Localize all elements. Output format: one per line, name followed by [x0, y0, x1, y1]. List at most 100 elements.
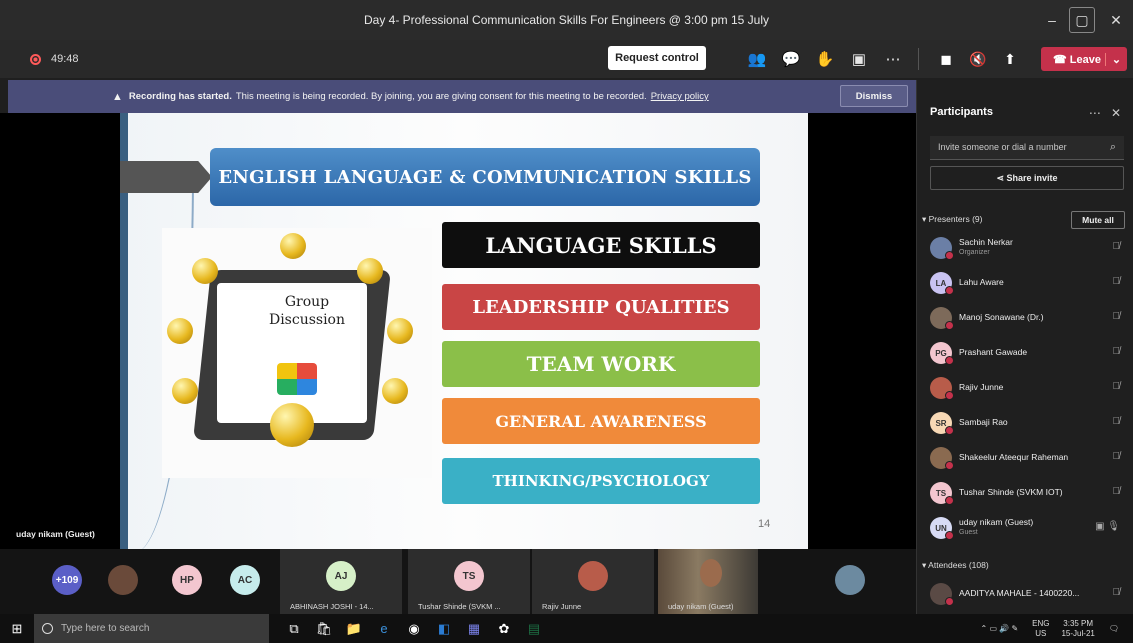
avatar: SR — [930, 412, 954, 435]
recording-banner: ▲ Recording has started. This meeting is… — [8, 80, 916, 113]
windows-start-icon[interactable]: ⊞ — [0, 621, 34, 637]
chrome-icon[interactable]: ◉ — [399, 621, 429, 637]
chat-icon[interactable]: 💬 — [774, 50, 808, 68]
participant-avatar[interactable] — [108, 565, 138, 595]
figure-ball — [357, 258, 383, 284]
participant-strip: +109 HP AC AJ ABHINASH JOSHI - 14... TS Tusha… — [0, 549, 916, 614]
more-participants-button[interactable]: +109 — [52, 565, 82, 595]
presenter-row[interactable]: Manoj Sonawane (Dr.) 🎙̸ — [930, 303, 1130, 333]
windows-taskbar: ⊞ Type here to search ⧉ 🛍 📁 e ◉ ◧ ▦ ✿ ▤ … — [0, 614, 1133, 643]
tray-icons[interactable]: ⌃ ▭ 🔊 ✎ — [981, 624, 1019, 633]
mic-off-icon: 🎙̸ — [1112, 416, 1121, 427]
taskbar-clock[interactable]: 3:35 PM 15-Jul-21 — [1061, 619, 1094, 639]
presenter-row[interactable]: Shakeelur Ateequr Raheman 🎙̸ — [930, 443, 1130, 473]
toolbar-divider — [918, 48, 919, 70]
file-explorer-icon[interactable]: 📁 — [339, 621, 369, 637]
edge-icon[interactable]: e — [369, 621, 399, 636]
avatar — [930, 377, 954, 400]
avatar: LA — [930, 272, 954, 295]
share-screen-icon[interactable]: ⬆ — [994, 51, 1026, 68]
avatar: UN — [930, 517, 954, 540]
presenter-name-label: uday nikam (Guest) — [16, 529, 95, 539]
participant-tile[interactable]: Rajiv Junne — [532, 549, 654, 614]
reactions-icon[interactable]: ✋ — [808, 50, 842, 68]
rooms-icon[interactable]: ▣ — [842, 50, 876, 68]
invite-input[interactable]: Invite someone or dial a number ⌕ — [930, 136, 1124, 160]
puzzle-icon — [277, 363, 317, 395]
panel-title: Participants — [930, 106, 993, 118]
participant-avatar[interactable]: HP — [172, 565, 202, 595]
participant-tile[interactable]: TS Tushar Shinde (SVKM ... — [408, 549, 530, 614]
title-bar: Day 4- Professional Communication Skills… — [0, 0, 1133, 40]
presenter-row[interactable]: Sachin Nerkar Organizer 🎙̸ — [930, 233, 1130, 263]
presenter-row[interactable]: PG Prashant Gawade 🎙̸ — [930, 338, 1130, 368]
presenter-row[interactable]: LA Lahu Aware 🎙̸ — [930, 268, 1130, 298]
avatar — [930, 307, 954, 330]
presenter-role: Organizer — [959, 249, 990, 256]
skill-language: LANGUAGE SKILLS — [442, 222, 760, 268]
leave-button[interactable]: ☎ Leave ⌄ — [1041, 47, 1127, 71]
attendee-row[interactable]: AADITYA MAHALE - 1400220... 🎙̸ — [930, 579, 1130, 609]
region-code: US — [1035, 628, 1047, 638]
close-icon[interactable]: ✕ — [1099, 0, 1133, 40]
teams-icon[interactable]: ▦ — [459, 621, 489, 637]
figure-ball — [387, 318, 413, 344]
more-actions-icon[interactable]: ⋯ — [876, 50, 910, 68]
presenter-name: uday nikam (Guest) — [959, 517, 1034, 527]
task-view-icon[interactable]: ⧉ — [279, 621, 309, 637]
notifications-icon[interactable]: 🗨 — [1109, 624, 1119, 633]
presenter-name: Tushar Shinde (SVKM IOT) — [959, 487, 1063, 497]
skill-leadership: LEADERSHIP QUALITIES — [442, 284, 760, 330]
search-icon[interactable]: ⌕ — [1110, 141, 1116, 154]
participants-panel: Participants ⋯ ✕ Invite someone or dial … — [916, 80, 1133, 614]
avatar: AJ — [326, 561, 356, 591]
mic-off-icon: 🎙̸ — [1112, 381, 1121, 392]
participant-avatar[interactable] — [835, 565, 865, 595]
banner-bold-text: Recording has started. — [128, 91, 232, 102]
presenter-row[interactable]: SR Sambaji Rao 🎙̸ — [930, 408, 1130, 438]
close-panel-icon[interactable]: ✕ — [1111, 106, 1121, 120]
presenter-name: Prashant Gawade — [959, 347, 1028, 357]
outlook-icon[interactable]: ◧ — [429, 621, 459, 637]
chevron-down-icon[interactable]: ⌄ — [1105, 52, 1127, 66]
presenters-section-toggle[interactable]: ▾ Presenters (9) — [922, 214, 983, 225]
request-control-button[interactable]: Request control — [608, 46, 706, 70]
privacy-policy-link[interactable]: Privacy policy — [651, 91, 709, 102]
participant-avatar[interactable]: AC — [230, 565, 260, 595]
invite-placeholder: Invite someone or dial a number — [938, 142, 1067, 152]
mic-muted-icon[interactable]: 🔇 — [962, 51, 994, 68]
shared-content-stage: ENGLISH LANGUAGE & COMMUNICATION SKILLS … — [0, 113, 916, 549]
slide-headline: ENGLISH LANGUAGE & COMMUNICATION SKILLS — [210, 148, 760, 206]
figure-ball — [167, 318, 193, 344]
language-indicator[interactable]: ENG US — [1032, 619, 1049, 639]
maximize-icon[interactable]: ▢ — [1069, 7, 1095, 33]
participant-tile[interactable]: AJ ABHINASH JOSHI - 14... — [280, 549, 402, 614]
tile-caption: Rajiv Junne — [542, 602, 582, 611]
store-icon[interactable]: 🛍 — [309, 621, 339, 637]
video-tile[interactable]: uday nikam (Guest) — [658, 549, 758, 614]
more-options-icon[interactable]: ⋯ — [1089, 106, 1101, 120]
presenter-name: Rajiv Junne — [959, 382, 1004, 392]
lang-code: ENG — [1032, 618, 1050, 628]
skill-general-awareness: GENERAL AWARENESS — [442, 398, 760, 444]
avatar — [930, 447, 954, 470]
participants-icon[interactable]: 👥 — [740, 50, 774, 68]
app-icon[interactable]: ✿ — [489, 621, 519, 637]
minimize-icon[interactable]: – — [1035, 0, 1069, 40]
clock-date: 15-Jul-21 — [1061, 628, 1095, 638]
presenter-row[interactable]: TS Tushar Shinde (SVKM IOT) 🎙̸ — [930, 478, 1130, 508]
mic-off-icon: 🎙̸ — [1112, 451, 1121, 462]
mute-all-button[interactable]: Mute all — [1071, 211, 1125, 229]
taskbar-search[interactable]: Type here to search — [34, 614, 269, 643]
camera-off-icon[interactable]: ◼︎ — [930, 51, 962, 68]
share-invite-button[interactable]: ⋖ Share invite — [930, 166, 1124, 190]
figure-ball — [270, 403, 314, 447]
attendee-name: AADITYA MAHALE - 1400220... — [959, 588, 1080, 598]
dismiss-button[interactable]: Dismiss — [840, 85, 908, 107]
excel-icon[interactable]: ▤ — [519, 621, 549, 637]
mic-off-icon: 🎙̸ — [1112, 311, 1121, 322]
attendees-section-toggle[interactable]: ▾ Attendees (108) — [922, 560, 989, 571]
presenter-row[interactable]: Rajiv Junne 🎙̸ — [930, 373, 1130, 403]
avatar: PG — [930, 342, 954, 365]
presenter-row[interactable]: UN uday nikam (Guest) Guest ▣ 🎙 — [930, 513, 1130, 543]
